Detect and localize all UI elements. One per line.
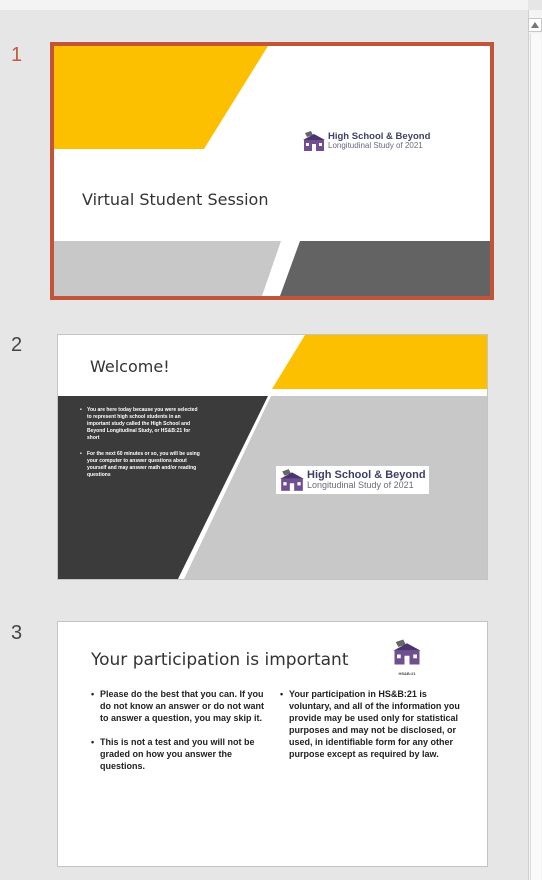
logo-subtitle: Longitudinal Study of 2021 xyxy=(307,480,414,491)
scroll-up-arrow-icon[interactable] xyxy=(528,18,542,32)
list-item: Your participation in HS&B:21 is volunta… xyxy=(280,688,462,760)
hsb-small-logo: HS&B:21 xyxy=(388,638,426,676)
slide-thumbnail-1[interactable]: High School & Beyond Longitudinal Study … xyxy=(50,42,494,300)
slide-3-left-bullets: Please do the best that you can. If you … xyxy=(91,688,271,784)
logo-subtitle: Longitudinal Study of 2021 xyxy=(328,140,423,150)
slide-1-title: Virtual Student Session xyxy=(82,190,269,209)
list-item: This is not a test and you will not be g… xyxy=(91,736,271,772)
slide-3-right-bullets: Your participation in HS&B:21 is volunta… xyxy=(280,688,462,772)
panel-top-strip xyxy=(0,0,528,10)
slide-2-title: Welcome! xyxy=(90,357,170,376)
slide-thumbnail-2[interactable]: Welcome! You are here today because you … xyxy=(57,334,488,580)
list-item: Please do the best that you can. If you … xyxy=(91,688,271,724)
hsb-logo: High School & Beyond Longitudinal Study … xyxy=(276,466,429,494)
list-item: For the next 60 minutes or so, you will … xyxy=(80,451,200,479)
school-building-icon xyxy=(303,131,325,151)
slide-1-background xyxy=(54,46,490,296)
logo-caption: HS&B:21 xyxy=(398,671,416,676)
school-building-icon xyxy=(393,639,421,665)
hsb-logo: High School & Beyond Longitudinal Study … xyxy=(302,130,430,152)
slide-3-title: Your participation is important xyxy=(91,650,349,670)
slide-thumbnail-3[interactable]: Your participation is important HS&B:21 … xyxy=(57,621,488,867)
slide-number-1: 1 xyxy=(11,44,23,66)
slide-2-bullets: You are here today because you were sele… xyxy=(80,407,200,488)
scrollbar-thumb[interactable] xyxy=(530,34,541,880)
slide-number-3: 3 xyxy=(11,622,23,644)
slide-number-2: 2 xyxy=(11,334,23,356)
school-building-icon xyxy=(280,469,304,491)
list-item: You are here today because you were sele… xyxy=(80,407,200,442)
